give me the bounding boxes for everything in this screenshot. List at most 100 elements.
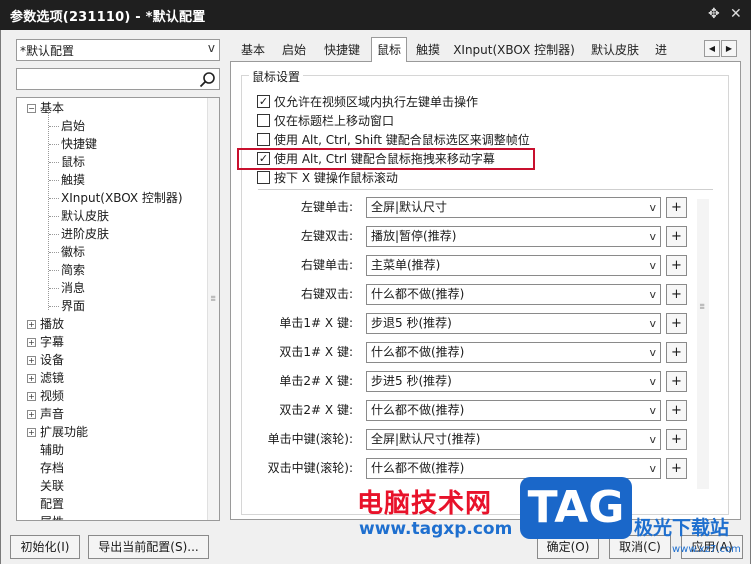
tree-item[interactable]: 触摸 (61, 171, 85, 189)
mapping-label: 双击中键(滚轮): (267, 461, 353, 475)
option-checkbox-row[interactable]: ✓ 仅允许在视频区域内执行左键单击操作 (257, 92, 478, 110)
search-icon[interactable] (199, 71, 216, 88)
settings-tree[interactable]: − 基本 启始快捷键鼠标 触摸 XInput(XBOX 控制器) 默认皮肤进阶皮肤 徽标 简索… (16, 97, 220, 521)
mapping-add-button[interactable]: + (666, 371, 687, 392)
tree-item-label: 快捷键 (61, 137, 98, 151)
tree-connector (49, 162, 59, 163)
tree-item[interactable]: 辅助 (27, 441, 64, 459)
mapping-select[interactable]: 全屏|默认尺寸 v (366, 197, 661, 218)
tree-item[interactable]: + 字幕 (27, 333, 64, 351)
tree-connector (49, 126, 59, 127)
chevron-down-icon: v (649, 375, 656, 388)
checkbox-unchecked[interactable] (257, 113, 270, 127)
tab-5[interactable]: XInput(XBOX 控制器) (449, 39, 579, 61)
mapping-select[interactable]: 什么都不做(推荐) v (366, 284, 661, 305)
tab-4[interactable]: 触摸 (410, 39, 446, 61)
close-icon[interactable]: ✕ (730, 6, 742, 22)
tree-item[interactable]: 关联 (27, 477, 64, 495)
tree-connector (49, 216, 59, 217)
expand-icon[interactable]: + (27, 428, 36, 437)
mapping-add-button[interactable]: + (666, 226, 687, 247)
tree-item[interactable]: + 播放 (27, 315, 64, 333)
tab-scroll-right-icon[interactable]: ▶ (721, 40, 737, 57)
option-checkbox-row[interactable]: 仅在标题栏上移动窗口 (257, 111, 394, 129)
tree-item[interactable]: 消息 (61, 279, 85, 297)
mapping-select[interactable]: 步退5 秒(推荐) v (366, 313, 661, 334)
mapping-select[interactable]: 步进5 秒(推荐) v (366, 371, 661, 392)
tree-item[interactable]: 属性 (27, 513, 64, 520)
tree-item-label: 消息 (61, 281, 86, 295)
tree-item[interactable]: 快捷键 (61, 135, 97, 153)
tree-item-label: 属性 (40, 515, 64, 520)
tree-item[interactable]: 配置 (27, 495, 64, 513)
expand-icon[interactable]: + (27, 374, 36, 383)
profile-select[interactable]: *默认配置 v (16, 39, 220, 61)
search-input[interactable] (16, 68, 220, 90)
mapping-add-button[interactable]: + (666, 458, 687, 479)
tree-item[interactable]: 徽标 (61, 243, 85, 261)
checkbox-unchecked[interactable] (257, 132, 270, 146)
checkbox-checked[interactable]: ✓ (257, 94, 270, 108)
tree-item[interactable]: 启始 (61, 117, 85, 135)
tab-2[interactable]: 快捷键 (316, 39, 368, 61)
tree-scrollbar[interactable]: ═ ═ (207, 98, 219, 520)
mapping-add-button[interactable]: + (666, 313, 687, 334)
expand-icon[interactable]: + (27, 338, 36, 347)
mapping-label: 左键单击: (300, 200, 353, 214)
mapping-add-button[interactable]: + (666, 255, 687, 276)
mapping-select[interactable]: 主菜单(推荐) v (366, 255, 661, 276)
checkbox-unchecked[interactable] (257, 170, 270, 184)
tree-item[interactable]: + 声音 (27, 405, 64, 423)
tree-item[interactable]: 简索 (61, 261, 85, 279)
export-config-button[interactable]: 导出当前配置(S)... (88, 535, 209, 559)
option-checkbox-row[interactable]: 使用 Alt, Ctrl, Shift 键配合鼠标选区来调整帧位 (257, 130, 530, 148)
tree-item[interactable]: + 滤镜 (27, 369, 64, 387)
expand-icon[interactable]: + (27, 320, 36, 329)
checkbox-checked[interactable]: ✓ (257, 151, 270, 165)
pin-icon[interactable]: ✥ (708, 6, 720, 22)
tree-item[interactable]: + 视频 (27, 387, 64, 405)
tree-item[interactable]: + 设备 (27, 351, 64, 369)
expand-icon[interactable]: + (27, 356, 36, 365)
expand-icon[interactable]: + (27, 410, 36, 419)
option-checkbox-row[interactable]: 按下 X 键操作鼠标滚动 (257, 168, 398, 186)
mapping-select[interactable]: 什么都不做(推荐) v (366, 458, 661, 479)
tab-3[interactable]: 鼠标 (371, 37, 407, 62)
tree-item-label: 默认皮肤 (61, 209, 110, 223)
tree-item[interactable]: 界面 (61, 297, 85, 315)
tree-item-label: 关联 (40, 479, 65, 493)
mapping-label: 单击中键(滚轮): (267, 432, 353, 446)
option-checkbox-row[interactable]: ✓ 使用 Alt, Ctrl 键配合鼠标拖拽来移动字幕 (257, 149, 495, 167)
tree-item[interactable]: 默认皮肤 (61, 207, 109, 225)
mapping-add-button[interactable]: + (666, 342, 687, 363)
tree-item-label: 扩展功能 (40, 425, 89, 439)
mapping-select[interactable]: 全屏|默认尺寸(推荐) v (366, 429, 661, 450)
tab-0[interactable]: 基本 (234, 39, 272, 61)
collapse-icon[interactable]: − (27, 104, 36, 113)
tab-7[interactable]: 进 (651, 39, 671, 61)
tab-scroll-left-icon[interactable]: ◀ (704, 40, 720, 57)
expand-icon[interactable]: + (27, 392, 36, 401)
tree-connector (49, 180, 59, 181)
mapping-select[interactable]: 什么都不做(推荐) v (366, 342, 661, 363)
mapping-select[interactable]: 播放|暂停(推荐) v (366, 226, 661, 247)
title-bar: 参数选项(231110) - *默认配置 ✥ ✕ (0, 0, 751, 30)
mapping-scrollbar[interactable]: ═ ═ (697, 199, 709, 489)
tab-1[interactable]: 启始 (275, 39, 313, 61)
mapping-add-button[interactable]: + (666, 284, 687, 305)
mapping-add-button[interactable]: + (666, 400, 687, 421)
tab-6[interactable]: 默认皮肤 (582, 39, 648, 61)
mapping-add-button[interactable]: + (666, 197, 687, 218)
tree-item[interactable]: − 基本 (27, 99, 64, 117)
mapping-label: 单击1# X 键: (279, 316, 353, 330)
tree-item[interactable]: XInput(XBOX 控制器) (61, 189, 183, 207)
mapping-select[interactable]: 什么都不做(推荐) v (366, 400, 661, 421)
tree-item[interactable]: + 扩展功能 (27, 423, 88, 441)
tree-item[interactable]: 进阶皮肤 (61, 225, 109, 243)
tree-item-label: 辅助 (40, 443, 65, 457)
chevron-down-icon: v (649, 433, 656, 446)
init-button[interactable]: 初始化(I) (10, 535, 80, 559)
tree-item[interactable]: 鼠标 (61, 153, 85, 171)
mapping-add-button[interactable]: + (666, 429, 687, 450)
tree-item[interactable]: 存档 (27, 459, 64, 477)
